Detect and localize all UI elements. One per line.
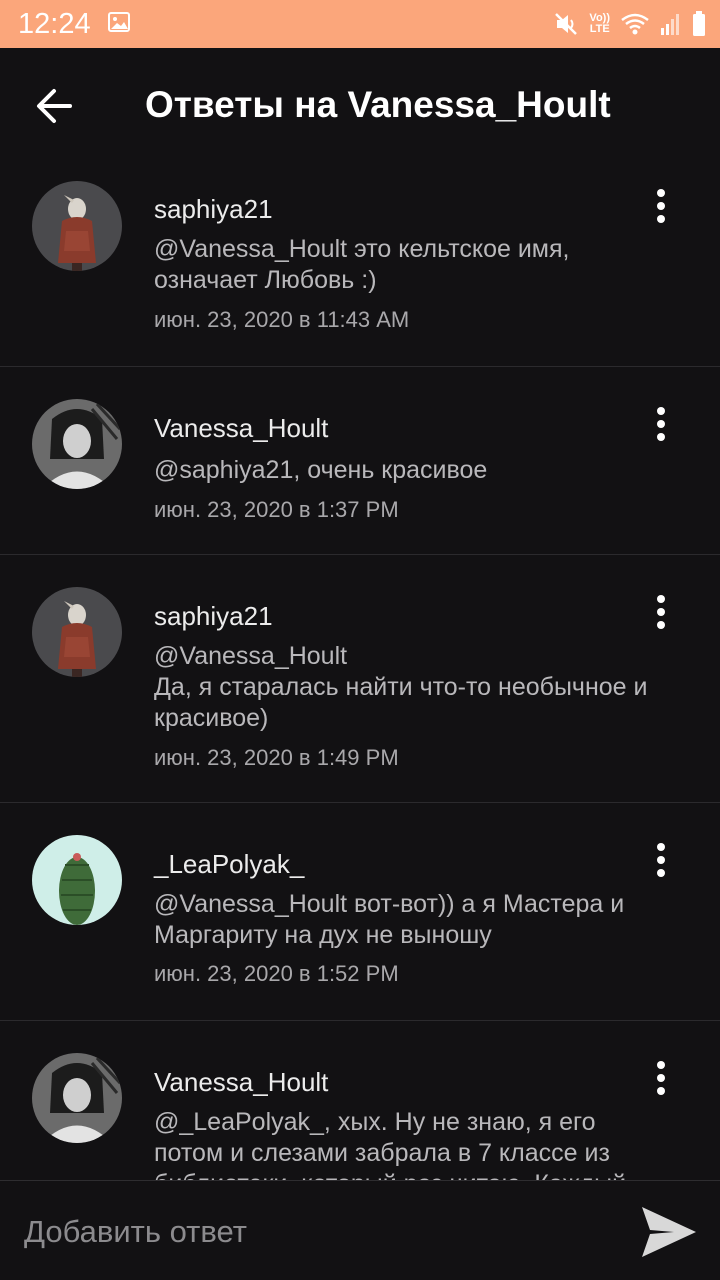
reply-text: @saphiya21, очень красивое bbox=[154, 456, 488, 484]
battery-icon bbox=[692, 11, 706, 37]
reply-text: @Vanessa_Hoult это кельтское имя, означа… bbox=[154, 235, 570, 294]
more-dot bbox=[657, 1074, 665, 1082]
status-icons: Vo)) LTE bbox=[553, 8, 706, 40]
mute-icon bbox=[553, 11, 579, 37]
reply-username[interactable]: Vanessa_Hoult bbox=[154, 1067, 328, 1098]
status-bar: 12:24 Vo)) LTE bbox=[0, 0, 720, 48]
more-dot bbox=[657, 1087, 665, 1095]
more-dot bbox=[657, 595, 665, 603]
more-dot bbox=[657, 215, 665, 223]
reply-text: @_LeaPolyak_, хых. Ну не знаю, я его пот… bbox=[154, 1108, 626, 1180]
reply-item[interactable]: saphiya21 @Vanessa_Hoult Да, я старалась… bbox=[0, 555, 720, 803]
signal-icon bbox=[660, 12, 682, 36]
reply-date: июн. 23, 2020 в 1:37 PM bbox=[154, 497, 399, 522]
reply-username[interactable]: Vanessa_Hoult bbox=[154, 413, 328, 444]
reply-date: июн. 23, 2020 в 11:43 AM bbox=[154, 307, 410, 332]
reply-date: июн. 23, 2020 в 1:49 PM bbox=[154, 745, 399, 770]
reply-username[interactable]: _LeaPolyak_ bbox=[154, 849, 304, 880]
more-dot bbox=[657, 420, 665, 428]
reply-username[interactable]: saphiya21 bbox=[154, 601, 273, 632]
volte-label-bottom: LTE bbox=[589, 23, 610, 35]
header: Ответы на Vanessa_Hoult bbox=[0, 48, 720, 164]
reply-input[interactable] bbox=[22, 1203, 626, 1261]
wifi-icon bbox=[620, 12, 650, 36]
more-options-button[interactable] bbox=[644, 1061, 678, 1107]
more-options-button[interactable] bbox=[644, 189, 678, 235]
more-dot bbox=[657, 407, 665, 415]
image-icon bbox=[108, 12, 130, 32]
reply-item[interactable]: _LeaPolyak_ @Vanessa_Hoult вот-вот)) а я… bbox=[0, 803, 720, 1021]
avatar[interactable] bbox=[32, 181, 122, 271]
reply-item[interactable]: Vanessa_Hoult @saphiya21, очень красивое… bbox=[0, 367, 720, 555]
avatar[interactable] bbox=[32, 835, 122, 925]
more-dot bbox=[657, 856, 665, 864]
more-dot bbox=[657, 202, 665, 210]
more-options-button[interactable] bbox=[644, 595, 678, 641]
more-options-button[interactable] bbox=[644, 407, 678, 453]
more-options-button[interactable] bbox=[644, 843, 678, 889]
send-icon bbox=[642, 1207, 696, 1257]
reply-item[interactable]: saphiya21 @Vanessa_Hoult это кельтское и… bbox=[0, 164, 720, 367]
more-dot bbox=[657, 608, 665, 616]
more-dot bbox=[657, 433, 665, 441]
send-button[interactable] bbox=[636, 1203, 700, 1261]
more-dot bbox=[657, 1061, 665, 1069]
reply-item[interactable]: Vanessa_Hoult @_LeaPolyak_, хых. Ну не з… bbox=[0, 1021, 720, 1180]
back-button[interactable] bbox=[26, 78, 86, 134]
avatar[interactable] bbox=[32, 587, 122, 677]
more-dot bbox=[657, 189, 665, 197]
page-title: Ответы на Vanessa_Hoult bbox=[145, 84, 611, 125]
reply-username[interactable]: saphiya21 bbox=[154, 194, 273, 225]
arrow-left-icon bbox=[37, 89, 72, 123]
status-time: 12:24 bbox=[18, 8, 91, 40]
reply-text: @Vanessa_Hoult вот-вот)) а я Мастера и М… bbox=[154, 890, 625, 949]
reply-composer bbox=[0, 1180, 720, 1280]
avatar[interactable] bbox=[32, 399, 122, 489]
reply-text: @Vanessa_Hoult Да, я старалась найти что… bbox=[154, 642, 648, 732]
more-dot bbox=[657, 621, 665, 629]
more-dot bbox=[657, 869, 665, 877]
replies-list[interactable]: saphiya21 @Vanessa_Hoult это кельтское и… bbox=[0, 164, 720, 1180]
reply-date: июн. 23, 2020 в 1:52 PM bbox=[154, 961, 399, 986]
volte-icon: Vo)) LTE bbox=[589, 13, 610, 35]
avatar[interactable] bbox=[32, 1053, 122, 1143]
more-dot bbox=[657, 843, 665, 851]
